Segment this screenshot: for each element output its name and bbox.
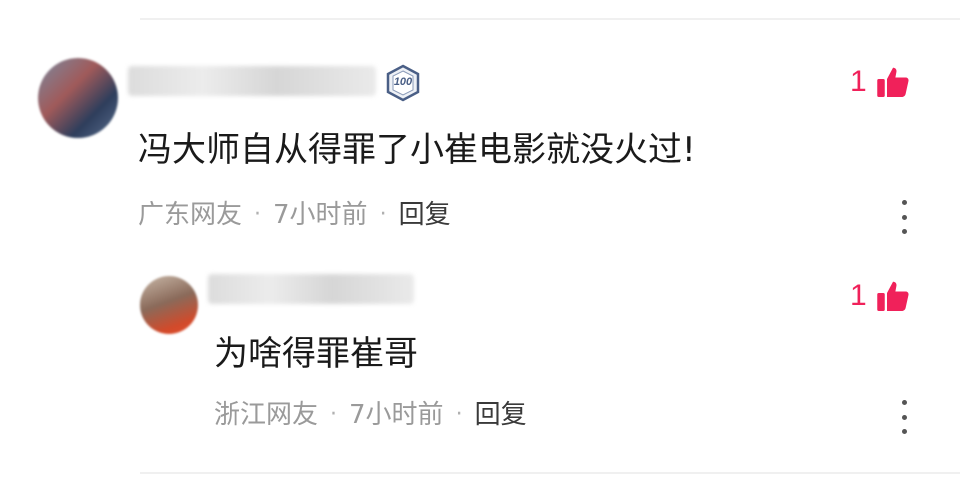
more-vertical-icon[interactable] — [892, 200, 916, 234]
like-count: 1 — [850, 279, 867, 312]
thumbs-up-icon — [876, 67, 909, 97]
separator-dot: · — [455, 402, 463, 427]
more-vertical-icon[interactable] — [892, 400, 916, 434]
more-dot — [901, 400, 907, 405]
separator-dot: · — [254, 202, 262, 227]
reply-button[interactable]: 回复 — [475, 398, 527, 432]
reply-button[interactable]: 回复 — [399, 198, 451, 232]
timestamp: 7小时前 — [349, 400, 444, 430]
comment-meta: 广东网友 · 7小时前 · 回复 — [138, 198, 451, 232]
comment-thread: 100 1 冯大师自从得罪了小崔电影就没火过! 广东网友 · 7小时前 · 回复 — [0, 0, 960, 501]
username-blurred[interactable] — [128, 66, 376, 96]
level-badge: 100 — [384, 64, 422, 102]
timestamp: 7小时前 — [273, 200, 368, 230]
comment-text: 为啥得罪崔哥 — [214, 334, 418, 374]
separator-dot: · — [330, 402, 338, 427]
comment-meta: 浙江网友 · 7小时前 · 回复 — [214, 398, 527, 432]
location-label: 浙江网友 — [214, 400, 319, 430]
more-dot — [901, 214, 907, 220]
like-button[interactable]: 1 — [850, 62, 911, 102]
separator-dot: · — [379, 202, 387, 227]
like-count: 1 — [850, 65, 867, 98]
more-dot — [901, 229, 907, 234]
more-dot — [901, 200, 907, 205]
username-blurred[interactable] — [208, 274, 414, 304]
comment-item: 100 1 冯大师自从得罪了小崔电影就没火过! 广东网友 · 7小时前 · 回复 — [0, 58, 960, 248]
like-button[interactable]: 1 — [850, 276, 911, 316]
more-dot — [901, 414, 907, 420]
badge-level-text: 100 — [393, 76, 413, 88]
top-divider — [140, 18, 960, 20]
thumbs-up-icon — [876, 281, 909, 311]
location-label: 广东网友 — [138, 200, 243, 230]
comment-text: 冯大师自从得罪了小崔电影就没火过! — [138, 130, 696, 170]
reply-item: 1 为啥得罪崔哥 浙江网友 · 7小时前 · 回复 — [0, 268, 960, 448]
avatar[interactable] — [38, 58, 118, 138]
more-dot — [901, 429, 907, 434]
bottom-divider — [140, 472, 960, 474]
avatar[interactable] — [140, 276, 198, 334]
